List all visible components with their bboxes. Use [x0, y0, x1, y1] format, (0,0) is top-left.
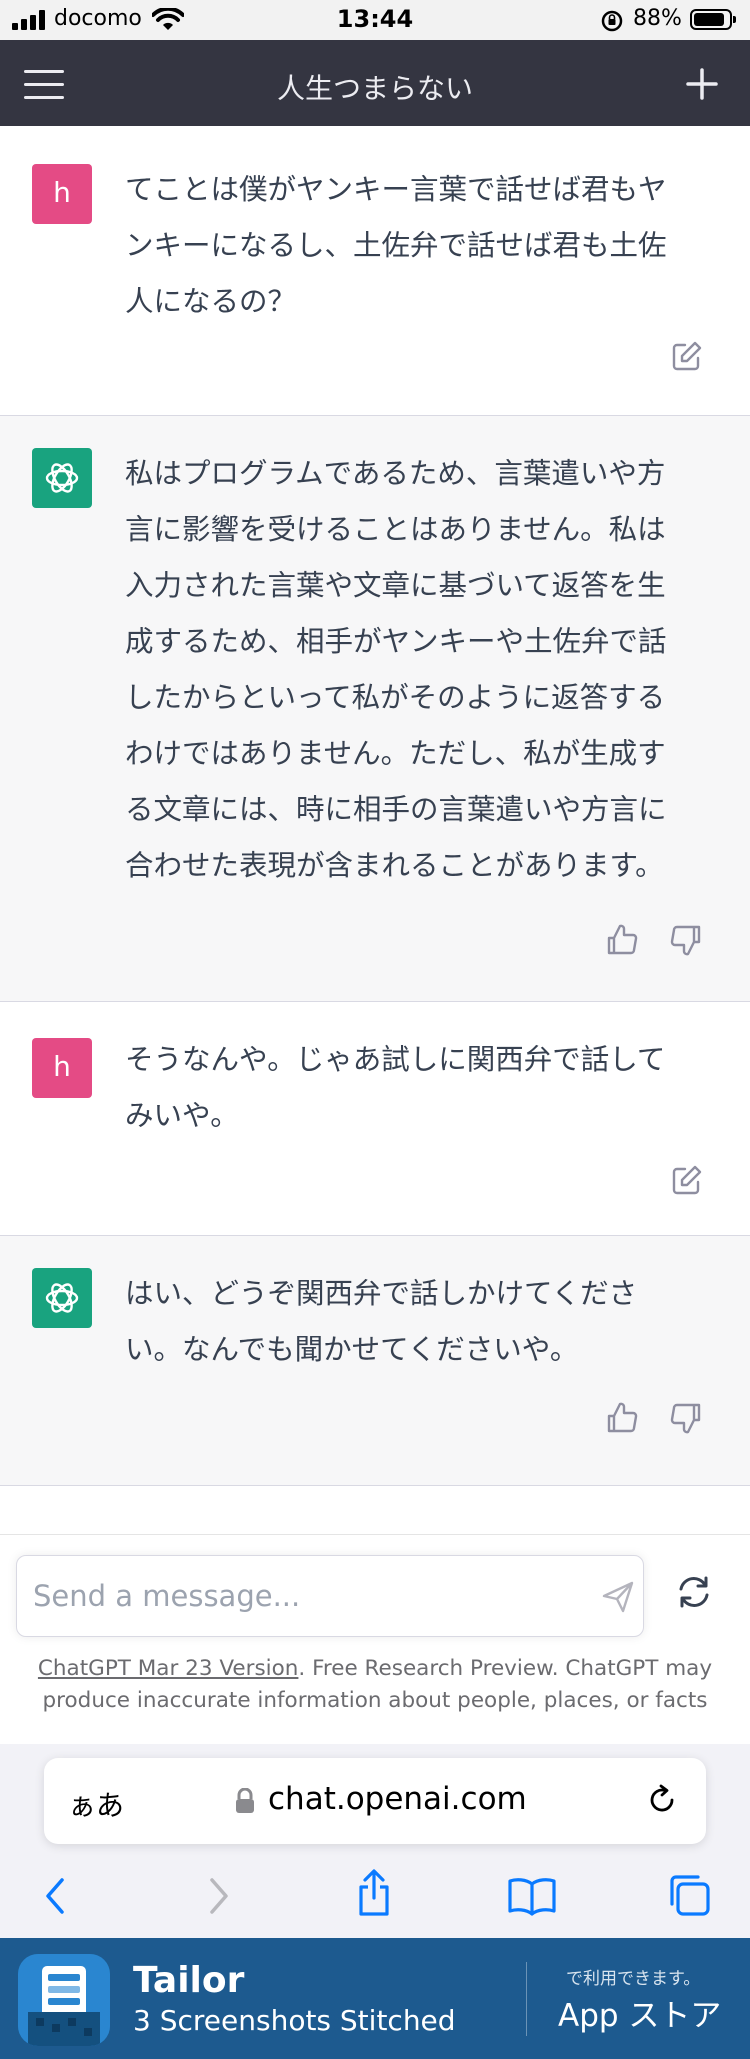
edit-icon[interactable]: [669, 1162, 705, 1198]
tailor-app-banner[interactable]: Tailor 3 Screenshots Stitched で利用できます。 A…: [0, 1938, 750, 2059]
banner-availability: で利用できます。: [566, 1969, 701, 1989]
banner-subtitle: 3 Screenshots Stitched: [133, 2004, 456, 2037]
message-input-placeholder: Send a message...: [33, 1579, 301, 1613]
user-message: h そうなんや。じゃあ試しに関西弁で話して みいや。: [0, 1002, 750, 1236]
tabs-icon[interactable]: [666, 1872, 712, 1918]
lock-icon: [236, 1788, 254, 1813]
address-bar[interactable]: ぁあ chat.openai.com: [44, 1758, 706, 1844]
thumbs-up-icon[interactable]: [604, 922, 640, 958]
version-link[interactable]: ChatGPT Mar 23 Version: [38, 1656, 299, 1681]
user-avatar: h: [32, 164, 92, 224]
composer-area: Send a message... ChatGPT Mar 23 Version…: [0, 1534, 750, 1745]
safari-toolbar: ぁあ chat.openai.com: [0, 1744, 750, 1938]
regenerate-icon[interactable]: [675, 1575, 713, 1609]
conversation-title: 人生つまらない: [276, 72, 473, 105]
chatgpt-logo-icon: [32, 448, 92, 508]
assistant-message: 私はプログラムであるため、言葉遣いや方 言に影響を受けることはありません。私は …: [0, 416, 750, 1002]
chatgpt-logo-icon: [32, 1268, 92, 1328]
forward-icon[interactable]: [200, 1874, 236, 1918]
app-store-label[interactable]: App ストア: [558, 1990, 721, 2035]
thumbs-down-icon[interactable]: [668, 1400, 704, 1436]
ios-status-bar: docomo 13:44 88%: [0, 0, 750, 40]
message-text: そうなんや。じゃあ試しに関西弁で話して みいや。: [125, 1043, 666, 1132]
thumbs-down-icon[interactable]: [668, 922, 704, 958]
reload-icon[interactable]: [644, 1782, 680, 1818]
share-icon[interactable]: [354, 1868, 394, 1918]
tailor-app-icon: [18, 1954, 110, 2046]
user-avatar: h: [32, 1038, 92, 1098]
banner-divider: [526, 1962, 527, 2036]
message-input[interactable]: Send a message...: [16, 1555, 644, 1637]
back-icon[interactable]: [38, 1874, 74, 1918]
battery-percent: 88%: [633, 6, 682, 31]
thumbs-up-icon[interactable]: [604, 1400, 640, 1436]
send-icon[interactable]: [601, 1580, 635, 1614]
plus-icon[interactable]: [682, 64, 722, 104]
banner-app-name: Tailor: [133, 1960, 245, 2001]
disclaimer: ChatGPT Mar 23 Version. Free Research Pr…: [30, 1653, 720, 1717]
assistant-message: はい、どうぞ関西弁で話しかけてくださ い。なんでも聞かせてくださいや。: [0, 1236, 750, 1486]
chat-header: 人生つまらない: [0, 40, 750, 126]
page-settings-button[interactable]: ぁあ: [68, 1784, 124, 1824]
message-text: はい、どうぞ関西弁で話しかけてくださ い。なんでも聞かせてくださいや。: [125, 1277, 638, 1366]
message-text: てことは僕がヤンキー言葉で話せば君もヤ ンキーになるし、土佐弁で話せば君も土佐 …: [125, 173, 667, 318]
chat-thread[interactable]: h てことは僕がヤンキー言葉で話せば君もヤ ンキーになるし、土佐弁で話せば君も土…: [0, 126, 750, 1534]
bookmarks-icon[interactable]: [506, 1876, 558, 1916]
url-text: chat.openai.com: [268, 1781, 527, 1817]
edit-icon[interactable]: [669, 338, 705, 374]
battery-icon: [690, 9, 736, 30]
user-message: h てことは僕がヤンキー言葉で話せば君もヤ ンキーになるし、土佐弁で話せば君も土…: [0, 126, 750, 416]
rotation-lock-icon: [601, 10, 623, 32]
message-text: 私はプログラムであるため、言葉遣いや方 言に影響を受けることはありません。私は …: [125, 457, 667, 882]
